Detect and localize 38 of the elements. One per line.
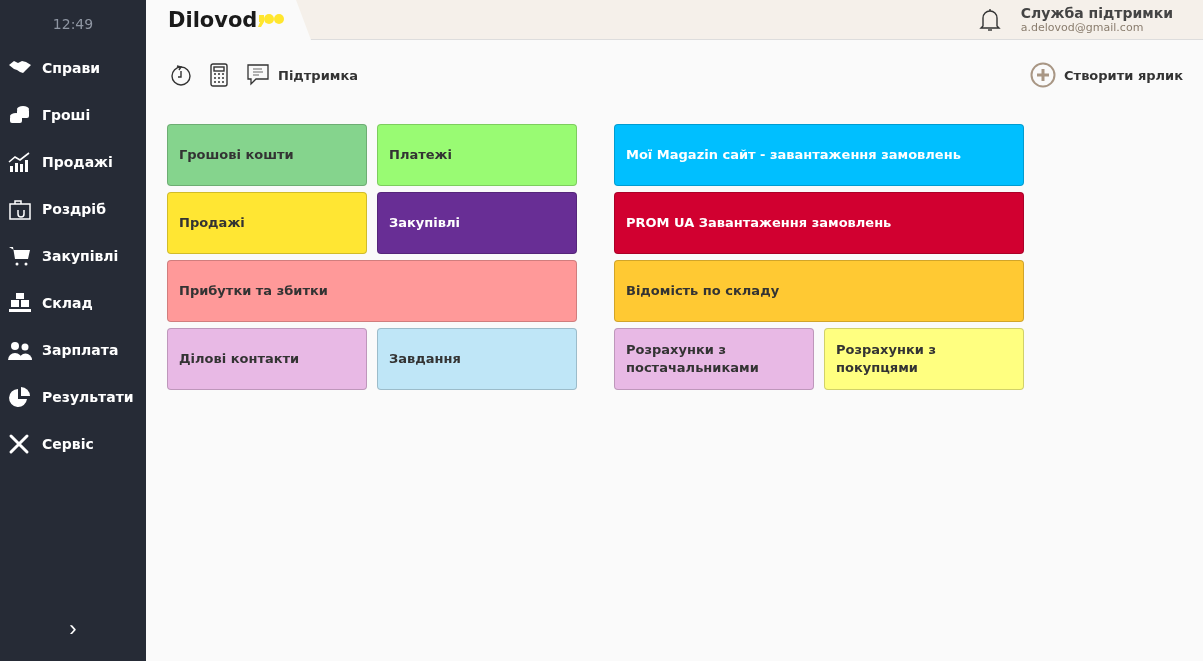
shortcut-tile[interactable]: Розрахунки з постачальниками xyxy=(614,328,814,390)
sidebar-item[interactable]: Справи xyxy=(0,44,146,91)
calculator-button[interactable] xyxy=(210,63,228,87)
bag-icon xyxy=(8,197,32,220)
user-name: Служба підтримки xyxy=(1020,5,1173,21)
expand-sidebar-button[interactable]: › xyxy=(63,615,83,643)
user-email: a.delovod@gmail.com xyxy=(1020,21,1145,34)
clock-time: 12:49 xyxy=(52,16,94,32)
pie-chart-icon xyxy=(8,385,32,408)
sidebar-item[interactable]: Результати xyxy=(0,373,146,420)
sidebar-item[interactable]: Склад xyxy=(0,279,146,326)
sidebar-item[interactable]: Гроші xyxy=(0,91,146,138)
chart-icon xyxy=(8,150,32,173)
shortcut-tile[interactable]: Розрахунки з покупцями xyxy=(824,328,1024,390)
timer-button[interactable] xyxy=(170,63,192,87)
chat-icon xyxy=(246,63,270,87)
shortcut-tile[interactable]: Продажі xyxy=(167,192,367,254)
shortcut-tile[interactable]: Ділові контакти xyxy=(167,328,367,390)
bell-icon[interactable] xyxy=(978,7,1001,32)
boxes-icon xyxy=(8,291,32,314)
shortcut-tile[interactable]: Завдання xyxy=(377,328,577,390)
logo-dots-icon xyxy=(257,11,286,29)
create-shortcut-button[interactable]: Створити ярлик xyxy=(1030,62,1183,88)
shortcut-tile[interactable]: Прибутки та збитки xyxy=(167,260,577,322)
sidebar-item[interactable]: Роздріб xyxy=(0,185,146,232)
plus-icon xyxy=(1030,62,1057,88)
cart-icon xyxy=(8,244,32,267)
sidebar-item[interactable]: Продажі xyxy=(0,138,146,185)
logo-text: Dilovod xyxy=(168,8,258,32)
sidebar-item[interactable]: Зарплата xyxy=(0,326,146,373)
sidebar-item[interactable]: Закупівлі xyxy=(0,232,146,279)
sidebar-item[interactable]: Сервіс xyxy=(0,420,146,467)
shortcut-tile[interactable]: PROM UA Завантаження замовлень xyxy=(614,192,1024,254)
shortcut-tile[interactable]: Грошові кошти xyxy=(167,124,367,186)
shortcut-tile[interactable]: Платежі xyxy=(377,124,577,186)
shortcut-tile[interactable]: Закупівлі xyxy=(377,192,577,254)
shortcut-tile[interactable]: Відомість по складу xyxy=(614,260,1024,322)
support-button[interactable]: Підтримка xyxy=(246,63,358,87)
